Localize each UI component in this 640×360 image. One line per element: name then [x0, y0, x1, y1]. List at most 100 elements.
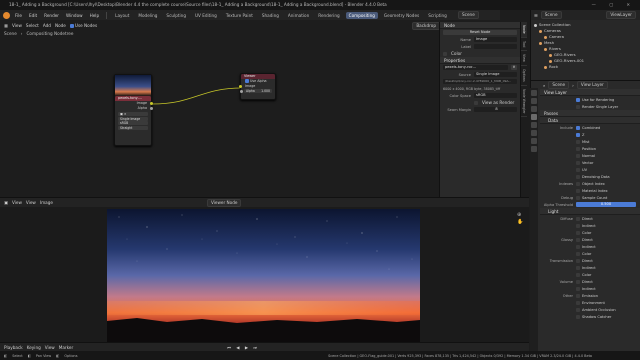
light-pass-row[interactable]: Color	[540, 250, 640, 257]
menu-marker[interactable]: Marker	[59, 345, 73, 350]
properties-section-header[interactable]: Properties	[440, 57, 520, 64]
checkbox-icon	[576, 139, 580, 144]
colorspace-field[interactable]: sRGB	[118, 121, 148, 126]
input-socket[interactable]	[239, 84, 242, 88]
collection-tab-icon[interactable]	[531, 138, 537, 144]
light-pass-row[interactable]: Color	[540, 229, 640, 236]
menu-image[interactable]: Image	[40, 200, 53, 205]
file-path-field[interactable]: \Desktop\tony-roc-2-4789000_1_MOB_09A...	[443, 79, 517, 84]
pass-label: Direct	[582, 279, 593, 284]
view-layer-section[interactable]: View Layer	[540, 89, 640, 96]
color-space-dropdown[interactable]: sRGB	[474, 93, 517, 98]
light-pass-row[interactable]: Indirect	[540, 222, 640, 229]
seam-margin-field[interactable]: 8	[474, 107, 517, 112]
include-pass-row[interactable]: Position	[540, 145, 640, 152]
data-subsection[interactable]: Data	[540, 117, 640, 124]
view-layer-tab-icon[interactable]	[531, 114, 537, 120]
viewer-node[interactable]: Viewer Use Alpha Image Alpha 1.000	[239, 73, 276, 100]
image-datablock-field[interactable]: pexels-tony-roc...	[443, 65, 508, 70]
tab-node-wrangler[interactable]: Node Wrangler	[521, 86, 527, 118]
light-pass-row[interactable]: Ambient Occlusion	[540, 306, 640, 313]
include-pass-row[interactable]: Include Combined	[540, 124, 640, 131]
editor-type-icon[interactable]: ☰	[534, 13, 538, 18]
include-pass-row[interactable]: Normal	[540, 152, 640, 159]
context-view-layer[interactable]: View Layer	[576, 81, 608, 89]
tab-view[interactable]: View	[521, 51, 527, 66]
checkbox-icon	[576, 181, 580, 186]
image-selector[interactable]: Viewer Node	[206, 198, 242, 207]
playback-controls[interactable]: ⏮ ◀ ▶ ⏭	[227, 345, 259, 350]
light-pass-row[interactable]: Indirect	[540, 243, 640, 250]
light-pass-row[interactable]: Diffuse Direct	[540, 215, 640, 222]
menu-view[interactable]: View	[12, 200, 22, 205]
pass-label: Normal	[582, 153, 596, 158]
light-pass-row[interactable]: Indirect	[540, 264, 640, 271]
passes-section[interactable]: Passes	[540, 110, 640, 117]
menu-playback[interactable]: Playback	[4, 345, 23, 350]
light-pass-row[interactable]: Glossy Direct	[540, 236, 640, 243]
menu-view[interactable]: View	[45, 345, 55, 350]
alpha-field[interactable]: Alpha 1.000	[240, 88, 272, 93]
tab-tool[interactable]: Tool	[521, 38, 527, 52]
pass-label: Z	[582, 132, 585, 137]
viewer-image	[107, 209, 420, 342]
include-pass-row[interactable]: Mist	[540, 138, 640, 145]
texture-tab-icon[interactable]	[531, 146, 537, 152]
image-browse-field[interactable]: ▣ ✕	[118, 112, 148, 116]
checkbox-icon	[576, 132, 580, 137]
menu-view-2[interactable]: View	[26, 200, 36, 205]
tab-options[interactable]: Options	[521, 66, 527, 86]
view-as-render-toggle[interactable]: View as Render	[440, 99, 520, 106]
light-pass-row[interactable]: Volume Direct	[540, 278, 640, 285]
outliner-item-label: Camera	[549, 34, 564, 39]
source-dropdown[interactable]: Single Image	[474, 72, 517, 77]
color-section-header[interactable]: Color	[440, 50, 520, 57]
checkbox-icon	[576, 300, 580, 305]
include-pass-row[interactable]: UV	[540, 166, 640, 173]
menu-keying[interactable]: Keying	[27, 345, 41, 350]
alpha-threshold-field[interactable]: 0.500	[576, 202, 636, 207]
debug-row[interactable]: Debug Sample Count	[540, 194, 640, 201]
outliner-item[interactable]: Rock	[534, 64, 637, 70]
light-pass-row[interactable]: Other Emission	[540, 292, 640, 299]
render-single-layer-toggle[interactable]: Render Single Layer	[540, 103, 640, 110]
output-socket[interactable]	[150, 106, 153, 110]
image-node[interactable]: pexels-tony-... Image Alpha ▣ ✕ Single I…	[114, 74, 153, 146]
name-field[interactable]: Image	[474, 37, 517, 42]
scene-tab-icon[interactable]	[531, 122, 537, 128]
world-tab-icon[interactable]	[531, 130, 537, 136]
label-field[interactable]	[474, 44, 517, 49]
editor-type-icon[interactable]: ▣	[4, 200, 8, 205]
context-scene[interactable]: Scene	[548, 81, 570, 89]
close-icon[interactable]: ✕	[511, 65, 517, 70]
toggle-label: Use for Rendering	[582, 97, 615, 102]
light-pass-row[interactable]: Environment	[540, 299, 640, 306]
outliner-display-mode[interactable]: Scene	[540, 11, 562, 19]
light-pass-row[interactable]: Shadow Catcher	[540, 313, 640, 320]
tab-node[interactable]: Node	[521, 22, 527, 38]
output-tab-icon[interactable]	[531, 106, 537, 112]
light-pass-row[interactable]: Indirect	[540, 285, 640, 292]
light-subsection[interactable]: Light	[540, 208, 640, 215]
tool-tab-icon[interactable]	[531, 90, 537, 96]
indexes-row[interactable]: Indexes Object Index	[540, 180, 640, 187]
node-section-header[interactable]: Node	[440, 22, 520, 29]
search-icon[interactable]: ⌕	[543, 83, 545, 88]
render-tab-icon[interactable]	[531, 98, 537, 104]
input-socket[interactable]	[240, 89, 243, 93]
use-for-rendering-toggle[interactable]: Use for Rendering	[540, 96, 640, 103]
chevron-right-icon: ›	[572, 82, 574, 88]
light-pass-row[interactable]: Color	[540, 271, 640, 278]
include-pass-row[interactable]: Z	[540, 131, 640, 138]
view-layer-selector[interactable]: ViewLayer	[606, 11, 636, 19]
include-pass-row[interactable]: Vector	[540, 159, 640, 166]
light-pass-row[interactable]: Transmission Direct	[540, 257, 640, 264]
reset-node-button[interactable]: Reset Node	[443, 30, 517, 35]
source-field[interactable]: Single Image	[118, 116, 148, 121]
material-index-row[interactable]: Material Index	[540, 187, 640, 194]
zoom-in-icon[interactable]: ⊕	[517, 212, 523, 219]
alpha-mode-field[interactable]: Straight	[118, 126, 148, 131]
checkbox-icon	[576, 279, 580, 284]
include-pass-row[interactable]: Denoising Data	[540, 173, 640, 180]
pan-hand-icon[interactable]: ✋	[517, 219, 523, 226]
